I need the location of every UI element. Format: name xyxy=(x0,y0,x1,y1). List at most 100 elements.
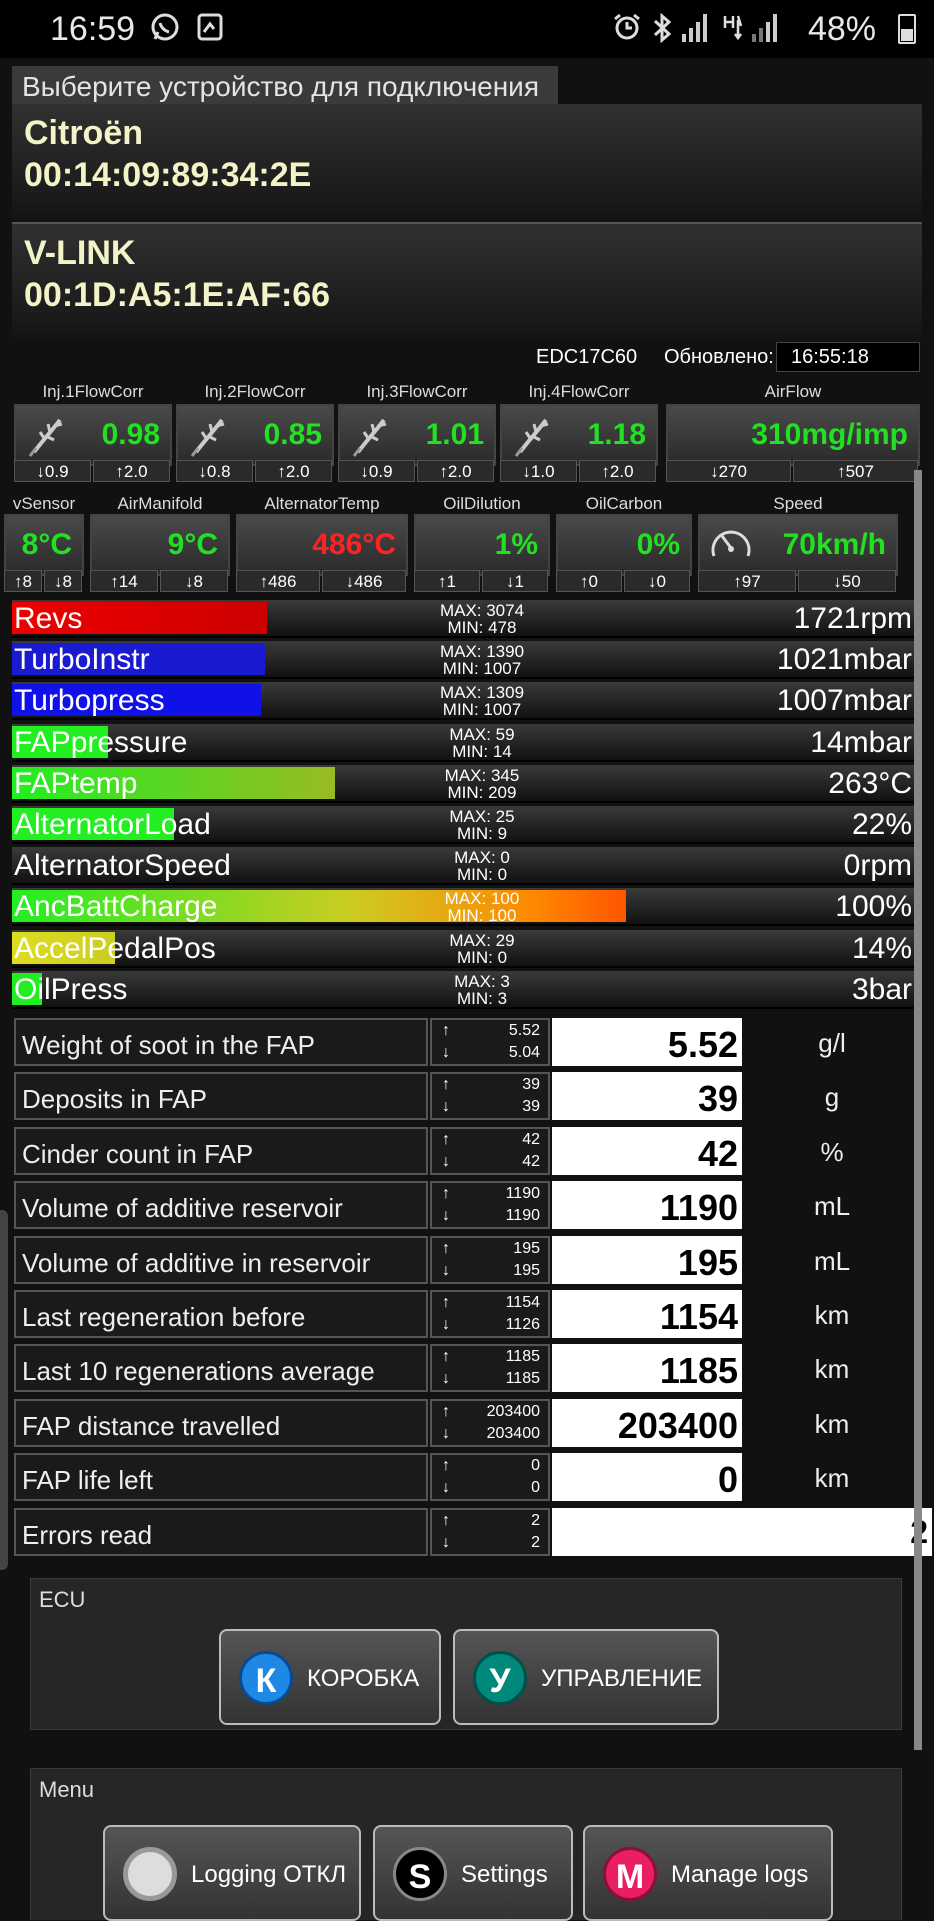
gauge-value: 1.01 xyxy=(425,418,484,451)
table-row[interactable]: Last regeneration before ↑ 1154 ↓ 1126 1154 km xyxy=(12,1288,922,1340)
table-row[interactable]: Volume of additive reservoir ↑ 1190 ↓ 1190 11… xyxy=(12,1179,922,1231)
row-unit: km xyxy=(744,1344,920,1393)
gauge-max: ↑507 xyxy=(793,460,918,482)
scrollbar[interactable] xyxy=(914,470,922,1750)
table-row[interactable]: Cinder count in FAP ↑ 42 ↓ 42 42% xyxy=(12,1125,922,1177)
bar-row-ancbattcharge[interactable]: AncBattCharge MAX: 100 MIN: 100 100% xyxy=(12,888,922,927)
row-name: Cinder count in FAP xyxy=(14,1126,428,1175)
bar-minmax: MAX: 3 MIN: 3 xyxy=(392,973,572,1007)
row-minmax: ↑ 2 ↓ 2 xyxy=(430,1507,550,1556)
gearbox-button[interactable]: К КОРОБКА xyxy=(219,1629,441,1725)
gauge-min-value: 50 xyxy=(841,572,861,591)
gauge-min-value: 0.9 xyxy=(368,462,393,481)
injector-icon xyxy=(512,412,556,458)
bar-name: AccelPedalPos xyxy=(14,931,216,965)
gauge-max: ↑2.0 xyxy=(93,460,170,482)
bluetooth-icon xyxy=(650,12,674,51)
gauge-min-value: 270 xyxy=(718,462,747,481)
arrow-up-icon: ↑ xyxy=(442,1130,450,1148)
gauge-inj1flowcorr[interactable]: 0.98 xyxy=(14,404,172,466)
bar-minmax: MAX: 1309 MIN: 1007 xyxy=(392,684,572,718)
row-minmax: ↑ 195 ↓ 195 xyxy=(430,1235,550,1284)
gauge-vsensor[interactable]: 8°C xyxy=(4,514,84,576)
bar-max: MAX: 1390 xyxy=(439,642,525,662)
arrow-down-icon: ↓ xyxy=(442,1261,450,1279)
gauge-max-value: 1 xyxy=(446,572,456,591)
row-name: Last 10 regenerations average xyxy=(14,1344,428,1393)
gauge-max: ↑2.0 xyxy=(579,460,656,482)
bar-minmax: MAX: 0 MIN: 0 xyxy=(392,849,572,883)
row-unit: g/l xyxy=(744,1018,920,1066)
bar-row-accelpedalpos[interactable]: AccelPedalPos MAX: 29 MIN: 0 14% xyxy=(12,929,922,968)
logging-button[interactable]: Logging ОТКЛ xyxy=(103,1825,361,1921)
row-unit: mL xyxy=(744,1181,920,1230)
table-row[interactable]: FAP distance travelled ↑ 203400 ↓ 203400 2034… xyxy=(12,1397,922,1449)
bar-minmax: MAX: 100 MIN: 100 xyxy=(392,890,572,924)
control-button[interactable]: У УПРАВЛЕНИЕ xyxy=(453,1629,719,1725)
gauge-min: ↓1 xyxy=(482,570,548,592)
row-max: 42 xyxy=(522,1130,540,1148)
gauge-airmanifold[interactable]: 9°C xyxy=(90,514,230,576)
gauge-value: 310mg/imp xyxy=(751,418,908,451)
bar-value: 100% xyxy=(835,890,912,924)
gauge-value: 9°C xyxy=(167,528,218,561)
control-button-label: УПРАВЛЕНИЕ xyxy=(541,1665,702,1692)
bar-row-oilpress[interactable]: OilPress MAX: 3 MIN: 3 3bar xyxy=(12,970,922,1009)
gauge-oildilution[interactable]: 1% xyxy=(414,514,550,576)
gauge-inj4flowcorr[interactable]: 1.18 xyxy=(500,404,658,466)
bar-minmax: MAX: 25 MIN: 9 xyxy=(392,808,572,842)
bar-row-alternatorload[interactable]: AlternatorLoad MAX: 25 MIN: 9 22% xyxy=(12,806,922,844)
gauge-airflow[interactable]: 310mg/imp xyxy=(666,404,920,466)
bar-value: 0rpm xyxy=(843,849,912,883)
edge-panel-handle[interactable] xyxy=(0,1210,8,1570)
ecu-panel-title: ECU xyxy=(39,1587,86,1612)
bar-row-faptemp[interactable]: FAPtemp MAX: 345 MIN: 209 263°C xyxy=(12,764,922,803)
table-row[interactable]: FAP life left ↑ 0 ↓ 0 0 km xyxy=(12,1451,922,1503)
table-row[interactable]: Deposits in FAP ↑ 39 ↓ 39 39 g xyxy=(12,1070,922,1122)
gauge-max-value: 2.0 xyxy=(609,462,634,481)
row-max: 1190 xyxy=(505,1185,540,1203)
u-icon: У xyxy=(473,1651,527,1705)
gauge-value: 1.18 xyxy=(587,418,646,451)
table-row[interactable]: Errors read↑2↓22 xyxy=(12,1506,932,1558)
bar-minmax: MAX: 1390 MIN: 1007 xyxy=(392,643,572,677)
gauge-label: Speed xyxy=(773,494,823,513)
gauge-max-value: 486 xyxy=(268,572,297,591)
row-name: Volume of additive in reservoir xyxy=(14,1235,428,1284)
gauge-oilcarbon[interactable]: 0% xyxy=(556,514,692,576)
gauge-speed[interactable]: 70km/h xyxy=(698,514,898,576)
arrow-up-icon: ↑ xyxy=(442,1022,450,1039)
device-item-citroen[interactable]: Citroën 00:14:09:89:34:2E xyxy=(12,104,922,224)
gauge-min: ↓8 xyxy=(44,570,82,592)
gauge-inj2flowcorr[interactable]: 0.85 xyxy=(176,404,334,466)
gauge-alternatortemp[interactable]: 486°C xyxy=(236,514,408,576)
bar-min: MIN: 1007 xyxy=(442,700,522,720)
table-row[interactable]: Volume of additive in reservoir ↑ 195 ↓ 195 1… xyxy=(12,1234,922,1286)
status-time: 16:59 xyxy=(50,10,136,48)
bar-min: MIN: 0 xyxy=(456,865,508,885)
bar-row-turbopress[interactable]: Turbopress MAX: 1309 MIN: 1007 1007mbar xyxy=(12,682,922,721)
device-item-vlink[interactable]: V-LINK 00:1D:A5:1E:AF:66 xyxy=(12,224,922,344)
manage-logs-button[interactable]: M Manage logs xyxy=(583,1825,833,1921)
gauge-inj3flowcorr[interactable]: 1.01 xyxy=(338,404,496,466)
bar-row-turboinstr[interactable]: TurboInstr MAX: 1390 MIN: 1007 1021mbar xyxy=(12,641,922,680)
row-max: 2 xyxy=(531,1511,540,1529)
arrow-up-icon: ↑ xyxy=(442,1348,450,1366)
row-minmax: ↑ 1154 ↓ 1126 xyxy=(430,1290,550,1338)
row-max: 0 xyxy=(531,1457,540,1475)
table-row[interactable]: Weight of soot in the FAP ↑ 5.52 ↓ 5.04 5.52 g… xyxy=(12,1016,922,1068)
table-row[interactable]: Last 10 regenerations average ↑ 1185 ↓ 1185 1… xyxy=(12,1342,922,1394)
bar-min: MIN: 9 xyxy=(456,824,508,843)
bar-max: MAX: 29 xyxy=(449,930,515,950)
gauge-min: ↓8 xyxy=(160,570,228,592)
gauge-max-value: 97 xyxy=(741,572,761,591)
bar-row-revs[interactable]: Revs MAX: 3074 MIN: 478 1721rpm xyxy=(12,600,922,638)
injector-icon xyxy=(26,412,70,458)
device-select-title: Выберите устройство для подключения xyxy=(12,66,558,104)
settings-button[interactable]: S Settings xyxy=(373,1825,573,1921)
bar-row-fappressure[interactable]: FAPpressure MAX: 59 MIN: 14 14mbar xyxy=(12,723,922,762)
bar-row-alternatorspeed[interactable]: AlternatorSpeed MAX: 0 MIN: 0 0rpm xyxy=(12,847,922,886)
updated-label: Обновлено: xyxy=(664,346,774,368)
signal-icon-2 xyxy=(752,14,778,42)
bar-max: MAX: 25 xyxy=(449,807,515,826)
